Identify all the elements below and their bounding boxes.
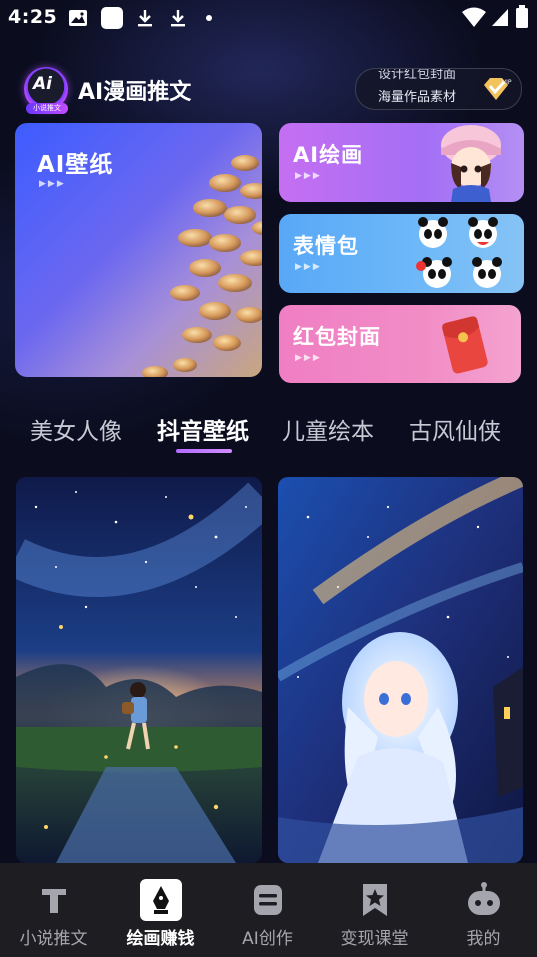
robot-profile-icon — [468, 882, 500, 915]
download-icon — [138, 10, 152, 27]
signal-icon — [492, 9, 508, 26]
category-tabs: 美女人像 抖音壁纸 儿童绘本 古风仙侠 — [0, 400, 537, 460]
active-tab-indicator — [176, 449, 232, 453]
logo-tag: 小说推文 — [26, 103, 68, 114]
app-square-icon — [101, 7, 123, 29]
vip-badge-text: VIP — [502, 79, 512, 86]
ai-creation-icon — [254, 885, 282, 915]
vip-promo-line1: 设计红包封面 — [378, 68, 457, 82]
ai-painting-card[interactable]: AI绘画 ▶▶▶ — [279, 123, 524, 202]
nav-paint-earn-label: 绘画赚钱 — [126, 929, 195, 949]
app-title: AI漫画推文 — [78, 80, 192, 105]
vip-diamond-icon: VIP — [484, 78, 512, 100]
red-packet-cover-card[interactable]: 红包封面 ▶▶▶ — [279, 305, 521, 383]
red-envelope-icon — [442, 316, 488, 374]
emoji-pack-label: 表情包 — [293, 234, 359, 258]
red-packet-arrows: ▶▶▶ — [295, 353, 322, 363]
nav-monetize-class-label: 变现课堂 — [340, 929, 409, 949]
emoji-pack-arrows: ▶▶▶ — [295, 262, 322, 272]
white-haired-girl-image — [278, 477, 523, 863]
app-logo: Ai 小说推文 — [24, 67, 68, 114]
gallery-image[interactable] — [16, 477, 262, 863]
tab-beauty-portrait[interactable]: 美女人像 — [30, 412, 122, 446]
ai-wallpaper-card[interactable]: AI壁纸 ▶▶▶ — [15, 123, 262, 377]
starry-girl-image — [16, 477, 262, 863]
status-time: 4:25 — [8, 6, 58, 28]
nav-ai-creation[interactable]: AI创作 — [214, 863, 321, 957]
nav-my-profile[interactable]: 我的 — [430, 863, 537, 957]
ai-wallpaper-label: AI壁纸 — [37, 152, 114, 178]
nav-ai-creation-label: AI创作 — [242, 929, 293, 949]
battery-icon — [516, 5, 528, 28]
text-t-icon — [42, 889, 66, 913]
app-header: Ai 小说推文 AI漫画推文 设计红包封面 海量作品素材 VIP — [0, 60, 537, 116]
emoji-pack-card[interactable]: 表情包 ▶▶▶ — [279, 214, 524, 293]
download-icon — [171, 10, 185, 27]
bottom-navigation: 小说推文 绘画赚钱 AI创作 变现课堂 我的 — [0, 863, 537, 957]
tab-douyin-wallpaper[interactable]: 抖音壁纸 — [157, 412, 249, 446]
red-packet-label: 红包封面 — [293, 325, 381, 349]
coins-illustration — [142, 155, 262, 377]
ai-wallpaper-arrows: ▶▶▶ — [39, 179, 66, 189]
doll-illustration — [441, 125, 501, 202]
nav-monetize-class[interactable]: 变现课堂 — [321, 863, 428, 957]
tab-children-picture-book[interactable]: 儿童绘本 — [282, 412, 374, 446]
panda-illustration — [416, 217, 502, 288]
ai-painting-label: AI绘画 — [293, 143, 364, 167]
wifi-icon — [462, 7, 486, 27]
nav-novel-promo[interactable]: 小说推文 — [0, 863, 107, 957]
ai-painting-arrows: ▶▶▶ — [295, 171, 322, 181]
bookmark-star-icon — [363, 884, 387, 916]
tab-ancient-xianxia[interactable]: 古风仙侠 — [409, 412, 501, 446]
pen-nib-icon — [140, 879, 182, 921]
status-bar: 4:25 — [0, 0, 537, 36]
gallery-image[interactable] — [278, 477, 523, 863]
nav-my-profile-label: 我的 — [466, 929, 501, 949]
nav-novel-promo-label: 小说推文 — [19, 929, 88, 949]
vip-promo-line2: 海量作品素材 — [378, 90, 457, 105]
logo-text: Ai — [33, 74, 52, 94]
dot-icon — [206, 15, 212, 21]
nav-paint-earn[interactable]: 绘画赚钱 — [107, 863, 214, 957]
vip-promo-button[interactable]: 设计红包封面 海量作品素材 VIP — [355, 68, 522, 110]
image-icon — [69, 10, 87, 26]
